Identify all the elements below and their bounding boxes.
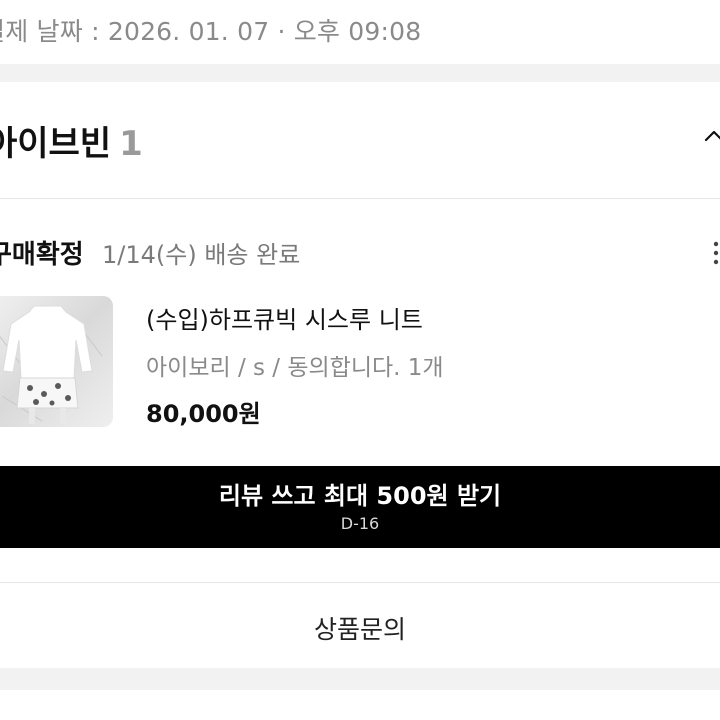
review-button-label: 리뷰 쓰고 최대 500원 받기 xyxy=(218,482,502,510)
more-vertical-icon[interactable] xyxy=(712,240,720,266)
inquiry-button-label: 상품문의 xyxy=(313,615,406,644)
order-status-row: 구매확정 1/14(수) 배송 완료 xyxy=(0,234,720,274)
order-status: 구매확정 xyxy=(0,240,84,270)
brand-order-card: 아이브빈1 구매확정 1/14(수) 배송 완료 xyxy=(0,82,720,668)
order-detail-page: 결제 날짜 : 2026. 01. 07 · 오후 09:08 아이브빈1 구매… xyxy=(0,0,720,720)
product-name[interactable]: (수입)하프큐빅 시스루 니트 xyxy=(146,300,423,335)
product-option: 아이보리 / s / 동의합니다. 1개 xyxy=(146,355,444,381)
review-deadline: D-16 xyxy=(340,514,380,533)
product-price: 80,000원 xyxy=(146,400,261,428)
product-inquiry-button[interactable]: 상품문의 xyxy=(0,583,720,668)
brand-header[interactable]: 아이브빈 1 xyxy=(0,82,720,199)
payment-date: 결제 날짜 : 2026. 01. 07 · 오후 09:08 xyxy=(0,17,422,46)
next-section-edge xyxy=(0,690,720,720)
delivery-status: 1/14(수) 배송 완료 xyxy=(102,241,301,269)
write-review-button[interactable]: 리뷰 쓰고 최대 500원 받기 D-16 xyxy=(0,466,720,548)
brand-title: 아이브빈 1 xyxy=(0,116,143,165)
product-thumbnail[interactable] xyxy=(0,296,113,427)
payment-date-bar: 결제 날짜 : 2026. 01. 07 · 오후 09:08 xyxy=(0,0,720,64)
brand-name: 아이브빈 xyxy=(0,124,112,164)
brand-item-count: 1 xyxy=(119,124,143,164)
product-image xyxy=(0,296,113,427)
chevron-up-icon[interactable] xyxy=(704,126,720,146)
